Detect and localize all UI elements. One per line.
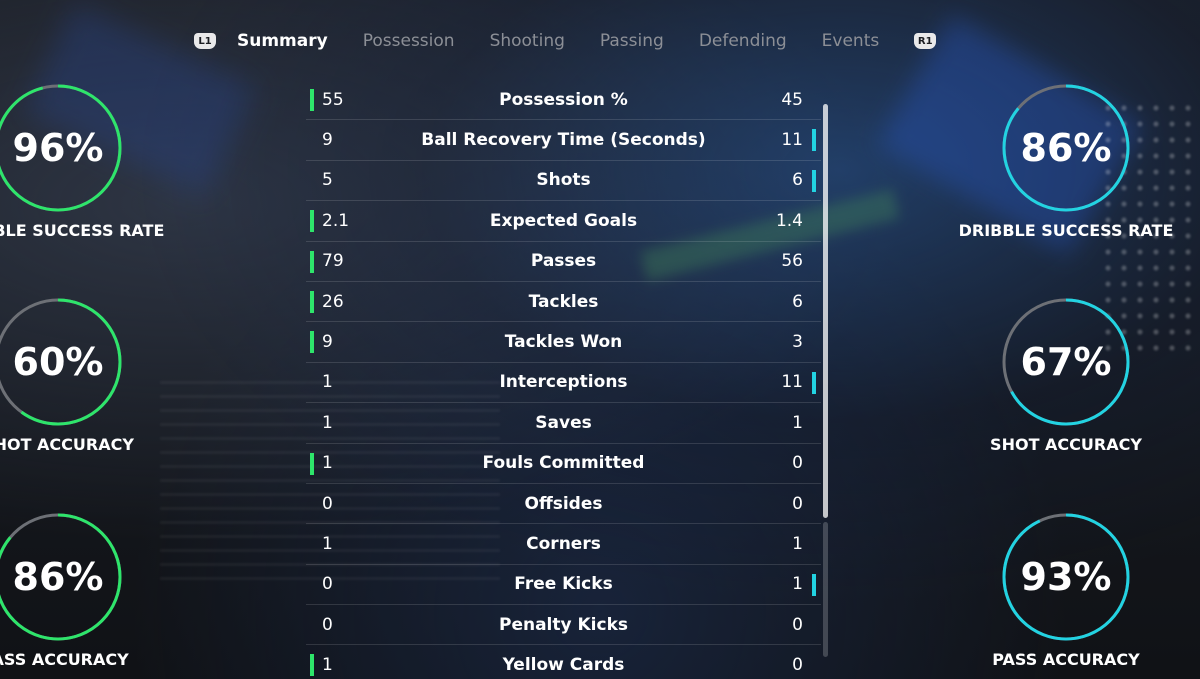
stat-row: 0 Penalty Kicks 0 bbox=[306, 605, 821, 646]
stat-label: Free Kicks bbox=[514, 574, 613, 595]
stat-row: 1 Saves 1 bbox=[306, 403, 821, 444]
away-stat-value: 6 bbox=[792, 170, 803, 191]
stat-label: Passes bbox=[530, 251, 597, 272]
away-stat-value: 1 bbox=[792, 533, 803, 554]
stat-label: Saves bbox=[535, 412, 592, 433]
stat-row: 9 Ball Recovery Time (Seconds) 11 bbox=[306, 120, 821, 161]
stat-label: Corners bbox=[526, 533, 601, 554]
stats-tab-bar: L1 Summary Possession Shooting Passing D… bbox=[194, 28, 937, 54]
gauge-value: 96% bbox=[12, 126, 104, 170]
away-leader-bar bbox=[812, 169, 816, 192]
away-stat-value: 0 bbox=[792, 453, 803, 474]
stat-row: 55 Possession % 45 bbox=[306, 80, 821, 121]
stat-label: Tackles Won bbox=[504, 332, 623, 353]
away-stat-value: 3 bbox=[792, 332, 803, 353]
away-stat-value: 0 bbox=[792, 493, 803, 514]
gauge-value: 60% bbox=[12, 340, 104, 384]
away-shot-gauge: 67% bbox=[1001, 297, 1131, 427]
away-pass-label: PASS ACCURACY bbox=[992, 650, 1140, 669]
stats-table[interactable]: 55 Possession % 45 9 Ball Recovery Time (Sec… bbox=[306, 80, 821, 679]
gauge-value: 86% bbox=[1020, 126, 1112, 170]
away-leader-bar bbox=[812, 573, 816, 596]
away-dribble-label: DRIBBLE SUCCESS RATE bbox=[958, 221, 1174, 240]
tab-possession[interactable]: Possession bbox=[363, 31, 455, 51]
stat-row: 26 Tackles 6 bbox=[306, 282, 821, 323]
away-leader-bar bbox=[812, 129, 816, 152]
away-leader-bar bbox=[812, 371, 816, 394]
l1-button-icon[interactable]: L1 bbox=[194, 33, 216, 49]
stat-label: Offsides bbox=[524, 493, 603, 514]
away-stat-value: 45 bbox=[781, 89, 803, 110]
stat-row: 1 Interceptions 11 bbox=[306, 363, 821, 404]
stat-row: 0 Free Kicks 1 bbox=[306, 565, 821, 606]
tab-shooting[interactable]: Shooting bbox=[490, 31, 565, 51]
stat-label: Ball Recovery Time (Seconds) bbox=[421, 130, 706, 151]
home-shot-label: SHOT ACCURACY bbox=[0, 435, 134, 454]
home-dribble-label: DRIBBLE SUCCESS RATE bbox=[0, 221, 165, 240]
stat-label: Yellow Cards bbox=[502, 655, 625, 676]
tab-summary[interactable]: Summary bbox=[237, 31, 328, 51]
away-stat-value: 1.4 bbox=[775, 210, 803, 231]
stats-scrollbar-track[interactable] bbox=[823, 522, 828, 657]
gauge-value: 67% bbox=[1020, 340, 1112, 384]
away-dribble-gauge: 86% bbox=[1001, 83, 1131, 213]
stat-row: 2.1 Expected Goals 1.4 bbox=[306, 201, 821, 242]
stat-label: Shots bbox=[536, 170, 591, 191]
away-stat-value: 0 bbox=[792, 655, 803, 676]
away-stat-value: 1 bbox=[792, 574, 803, 595]
gauge-value: 86% bbox=[12, 555, 104, 599]
stat-label: Tackles bbox=[528, 291, 599, 312]
stat-row: 79 Passes 56 bbox=[306, 242, 821, 282]
stat-row: 1 Corners 1 bbox=[306, 524, 821, 565]
stat-row: 0 Offsides 0 bbox=[306, 484, 821, 525]
stat-label: Expected Goals bbox=[489, 210, 638, 231]
tab-defending[interactable]: Defending bbox=[699, 31, 787, 51]
stat-label: Fouls Committed bbox=[482, 453, 645, 474]
stats-scrollbar-thumb[interactable] bbox=[823, 104, 828, 518]
stat-row: 1 Fouls Committed 0 bbox=[306, 444, 821, 484]
home-pass-label: PASS ACCURACY bbox=[0, 650, 129, 669]
stat-label: Penalty Kicks bbox=[498, 614, 629, 635]
stat-row: 5 Shots 6 bbox=[306, 161, 821, 202]
r1-button-icon[interactable]: R1 bbox=[914, 33, 937, 49]
away-stat-value: 6 bbox=[792, 291, 803, 312]
away-stat-value: 11 bbox=[781, 130, 803, 151]
stat-label: Possession % bbox=[499, 89, 628, 110]
away-shot-label: SHOT ACCURACY bbox=[990, 435, 1142, 454]
stat-row: 9 Tackles Won 3 bbox=[306, 322, 821, 363]
home-pass-gauge: 86% bbox=[0, 512, 123, 642]
away-stat-value: 11 bbox=[781, 372, 803, 393]
stat-label: Interceptions bbox=[499, 372, 628, 393]
away-stat-value: 56 bbox=[781, 251, 803, 272]
gauge-value: 93% bbox=[1020, 555, 1112, 599]
tab-events[interactable]: Events bbox=[822, 31, 880, 51]
away-stat-value: 1 bbox=[792, 412, 803, 433]
home-shot-gauge: 60% bbox=[0, 297, 123, 427]
tab-passing[interactable]: Passing bbox=[600, 31, 664, 51]
home-dribble-gauge: 96% bbox=[0, 83, 123, 213]
stat-row: 1 Yellow Cards 0 bbox=[306, 645, 821, 679]
away-stat-value: 0 bbox=[792, 614, 803, 635]
away-pass-gauge: 93% bbox=[1001, 512, 1131, 642]
